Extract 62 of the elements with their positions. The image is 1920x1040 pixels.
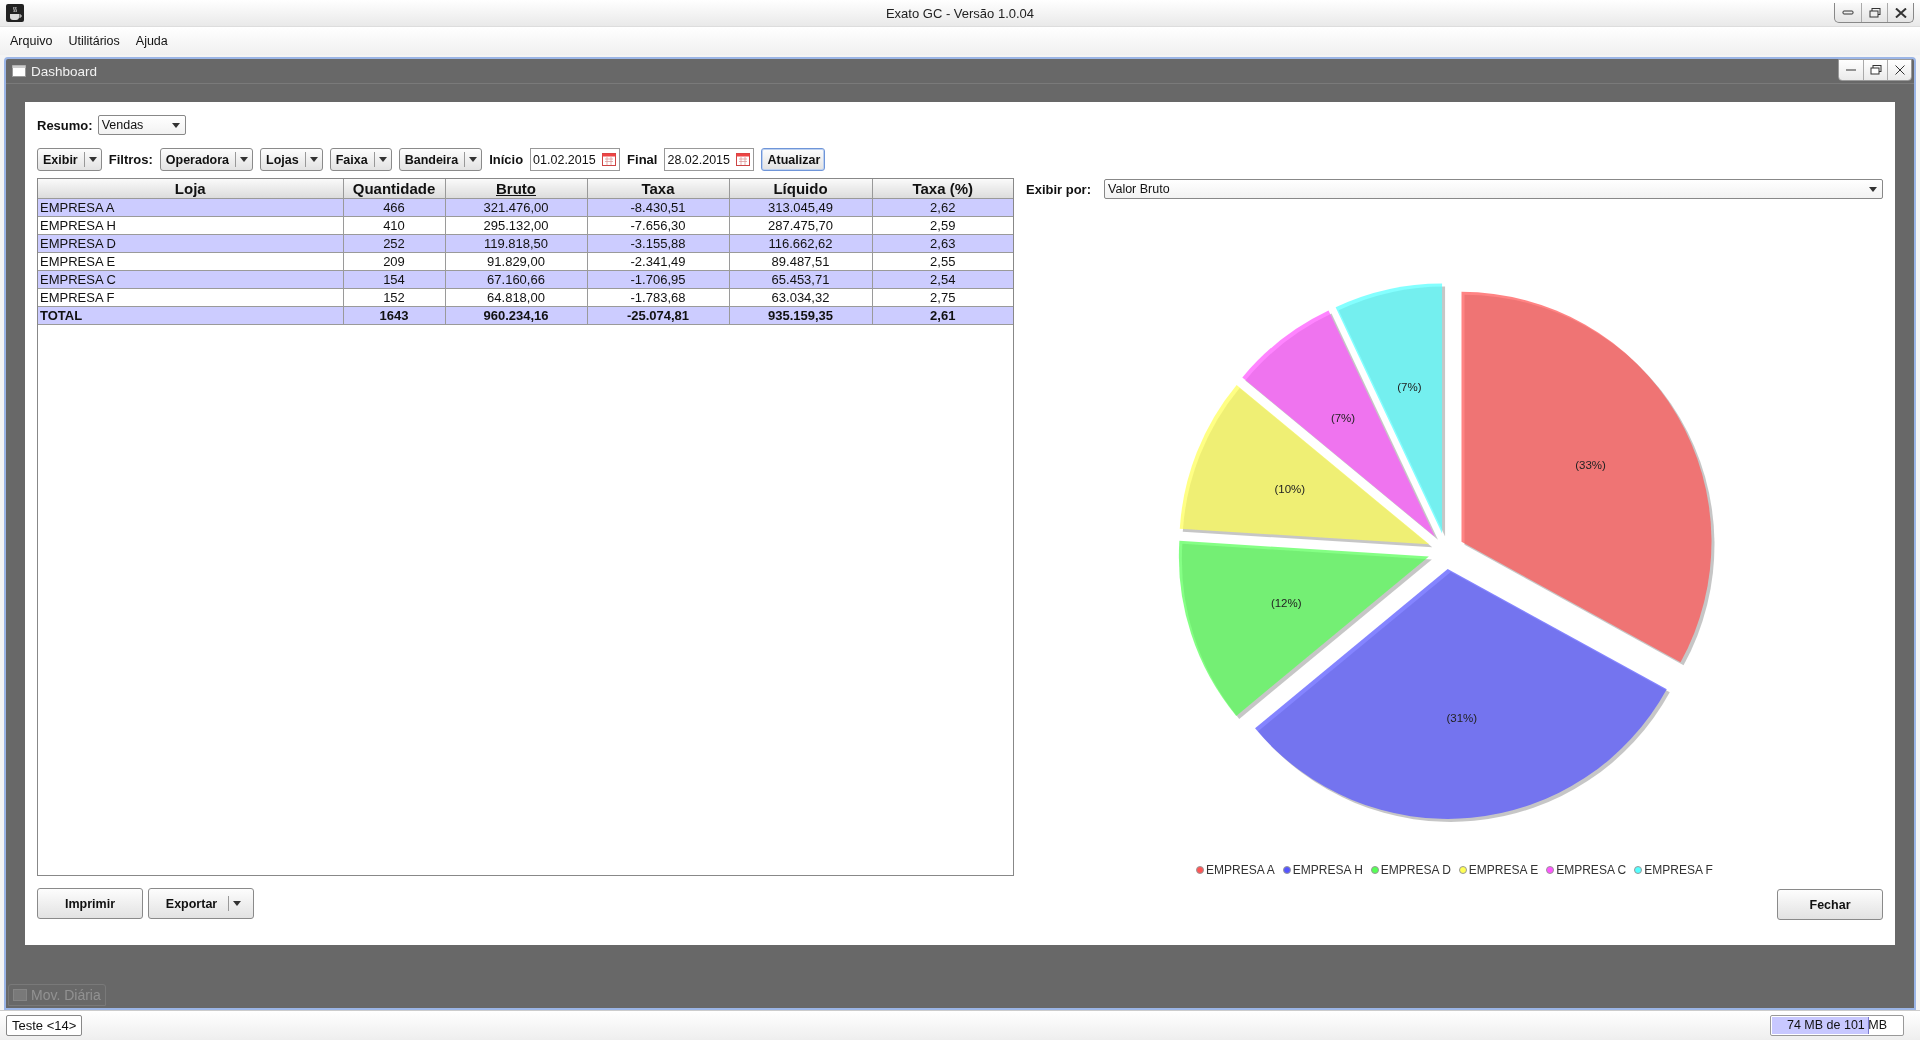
menu-item[interactable]: Ajuda	[127, 34, 176, 48]
dropdown[interactable]: Vendas	[97, 115, 186, 135]
legend-label: EMPRESA D	[1380, 863, 1451, 877]
memory-label: 74 MB de 101 MB	[1785, 1017, 1889, 1034]
column-header[interactable]: Líquido	[729, 179, 872, 199]
column-header[interactable]: Taxa	[587, 179, 729, 199]
legend-label: EMPRESA E	[1468, 863, 1539, 877]
end-label: Final	[627, 152, 658, 167]
date-field[interactable]: 28.02.2015	[664, 148, 755, 171]
legend-label: EMPRESA C	[1556, 863, 1627, 877]
filter-dropdown[interactable]: Faixa	[329, 148, 392, 171]
slice-label: (7%)	[1397, 381, 1422, 394]
slice-label: (7%)	[1330, 412, 1356, 425]
caret-icon	[233, 901, 241, 906]
summary-label: Resumo:	[37, 117, 93, 133]
restore-icon	[1868, 7, 1881, 18]
session-label: Teste <14>	[6, 1015, 83, 1036]
slice-label: (10%)	[1274, 483, 1306, 496]
close-icon	[1894, 7, 1907, 18]
minimize-icon	[1842, 10, 1854, 15]
filter-dropdown[interactable]: Operadora	[159, 148, 254, 171]
filters-label: Filtros:	[108, 152, 153, 167]
menu-item[interactable]: Arquivo	[2, 34, 61, 48]
menu-item[interactable]: Utilitários	[60, 34, 128, 48]
update-button[interactable]: Atualizar	[761, 148, 826, 171]
caret-icon	[1869, 186, 1877, 192]
minimize-icon	[1845, 69, 1857, 71]
export-button[interactable]: Exportar	[148, 888, 254, 919]
print-button[interactable]: Imprimir	[37, 888, 143, 919]
legend-label: EMPRESA A	[1206, 863, 1275, 877]
legend-label: EMPRESA H	[1292, 863, 1363, 877]
dropdown[interactable]: Valor Bruto	[1104, 179, 1883, 199]
window-icon	[13, 989, 27, 1001]
calendar-icon	[736, 152, 751, 166]
caret-icon	[240, 157, 249, 162]
caret-icon	[378, 157, 387, 162]
column-header[interactable]: Bruto	[445, 179, 587, 199]
display-by-label: Exibir por:	[1026, 181, 1091, 197]
calendar-icon	[602, 152, 617, 166]
slice-label: (31%)	[1446, 712, 1478, 725]
column-header[interactable]: Taxa (%)	[872, 179, 1013, 199]
app-icon	[6, 4, 24, 22]
frame-title: Dashboard	[31, 63, 98, 79]
filter-dropdown[interactable]: Lojas	[260, 148, 323, 171]
caret-icon	[88, 157, 97, 162]
slice-label: (12%)	[1270, 596, 1302, 609]
close-button[interactable]: Fechar	[1777, 889, 1883, 920]
legend-label: EMPRESA F	[1644, 863, 1713, 877]
restore-icon	[1869, 65, 1882, 75]
window-title: Exato GC - Versão 1.0.04	[885, 5, 1035, 21]
slice-label: (33%)	[1575, 459, 1606, 472]
date-field[interactable]: 01.02.2015	[530, 148, 621, 171]
column-header[interactable]: Quantidade	[343, 179, 445, 199]
caret-icon	[171, 122, 180, 128]
caret-icon	[309, 157, 318, 162]
column-header[interactable]: Loja	[38, 179, 343, 199]
window-icon	[12, 65, 26, 77]
exibir-dropdown[interactable]: Exibir	[37, 148, 102, 171]
caret-icon	[469, 157, 478, 162]
start-label: Início	[489, 152, 524, 167]
filter-dropdown[interactable]: Bandeira	[398, 148, 483, 171]
close-icon	[1893, 65, 1906, 75]
